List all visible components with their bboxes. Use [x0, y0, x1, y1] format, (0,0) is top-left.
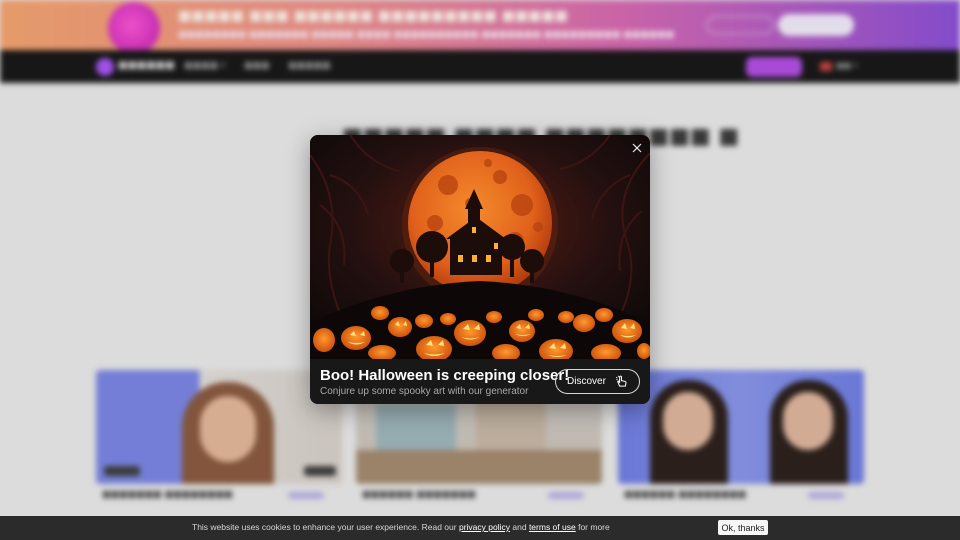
halloween-illustration	[310, 135, 650, 359]
halloween-modal: Boo! Halloween is creeping closer! Conju…	[310, 135, 650, 404]
modal-subtitle: Conjure up some spooky art with our gene…	[320, 386, 529, 397]
modal-footer: Boo! Halloween is creeping closer! Conju…	[310, 359, 650, 404]
cookie-accept-button[interactable]: Ok, thanks	[718, 520, 768, 535]
discover-button-label: Discover	[567, 376, 606, 387]
cookie-text-and: and	[512, 522, 527, 532]
close-icon	[632, 143, 642, 153]
cookie-text-after: for more	[578, 522, 610, 532]
modal-close-button[interactable]	[628, 139, 646, 157]
discover-button[interactable]: Discover	[555, 369, 640, 394]
pointer-hand-icon	[615, 375, 627, 387]
terms-of-use-link[interactable]: terms of use	[529, 522, 576, 532]
cookie-message: This website uses cookies to enhance you…	[192, 522, 610, 532]
cookie-text-before: This website uses cookies to enhance you…	[192, 522, 457, 532]
modal-title: Boo! Halloween is creeping closer!	[320, 367, 570, 384]
privacy-policy-link[interactable]: privacy policy	[459, 522, 510, 532]
cookie-bar: This website uses cookies to enhance you…	[0, 516, 960, 540]
